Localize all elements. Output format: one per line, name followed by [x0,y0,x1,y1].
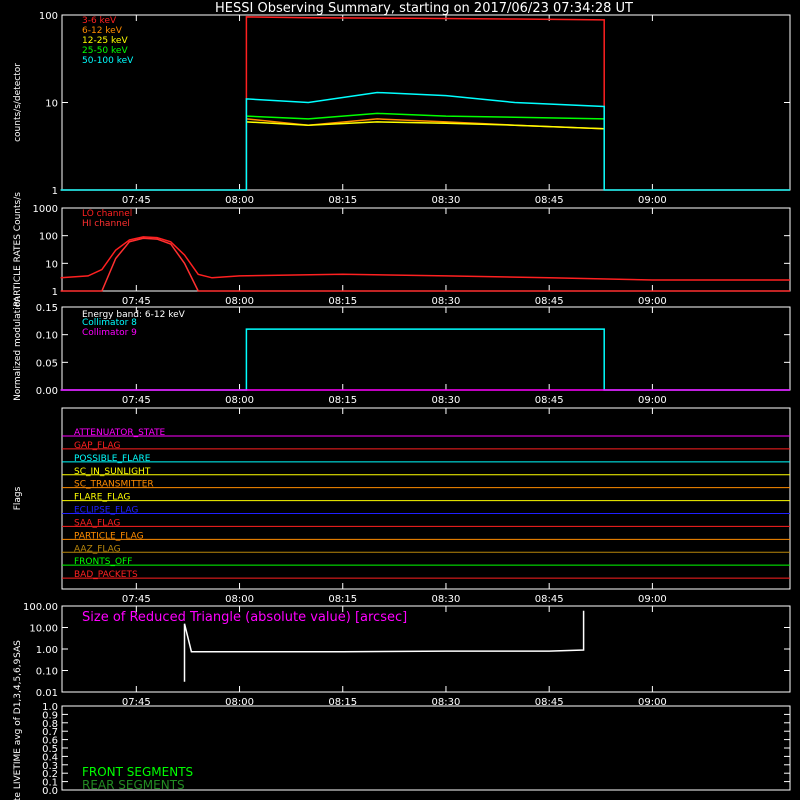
legend-entry: 50-100 keV [82,56,134,66]
series-line [246,112,605,120]
ytick-label: 1 [52,186,58,197]
legend-entry: Collimator 9 [82,328,137,338]
ylabel: counts/s/detector [13,63,23,142]
panel-annotation: Size of Reduced Triangle (absolute value… [82,610,407,625]
panels: 1 10 100 07:45 08:00 08:15 08:30 08:45 09:00 coun… [13,11,791,800]
panel-sas: 0.010.101.0010.00100.0007:45 08:00 08:15 08… [13,602,791,708]
xtick-label: 09:00 [638,395,667,406]
xtick-label: 07:45 [122,395,151,406]
ytick-label: 100 [39,232,58,243]
xtick-label: 08:00 [225,195,254,206]
flag-label: FLARE_FLAG [74,493,130,503]
flag-label: POSSIBLE_FLARE [74,454,151,464]
xtick-label: 08:15 [328,395,357,406]
xtick-label: 08:45 [535,195,564,206]
flag-label: SC_IN_SUNLIGHT [74,467,151,477]
panel-modulation: 0.00 0.05 0.10 0.15 07:45 08:00 08:15 08:30 08:4… [13,296,791,406]
legend-entry: 6-12 keV [82,26,123,36]
ytick-label: 0.10 [36,331,58,342]
xtick-label: 08:30 [432,296,461,307]
xtick-label: 08:15 [328,195,357,206]
ytick-label: 1000 [33,204,58,215]
plot-title: HESSI Observing Summary, starting on 201… [215,1,633,16]
summary-plot: HESSI Observing Summary, starting on 201… [13,1,791,800]
ytick-label: 0.01 [36,688,58,699]
legend-entry: LO channel [82,209,132,219]
legend-entry: 25-50 keV [82,46,128,56]
xtick-label: 08:45 [535,296,564,307]
panel-frame [61,407,791,590]
series-line [60,16,790,191]
xtick-label: 08:30 [432,594,461,605]
xtick-label: 08:30 [432,195,461,206]
xtick-label: 09:00 [638,296,667,307]
panel-flags: 07:45 08:00 08:15 08:30 08:45 09:00 Flags ATTEN… [13,407,791,605]
xtick-label: 07:45 [122,594,151,605]
flag-label: PARTICLE_FLAG [74,531,144,541]
xtick-label: 08:15 [328,296,357,307]
ytick-label: 10 [45,259,58,270]
xtick-label: 08:00 [225,594,254,605]
flag-label: BAD_PACKETS [74,570,138,580]
series-line [60,328,790,391]
ytick-label: 0.00 [36,386,58,397]
ytick-label: 10 [45,99,58,110]
series-line [60,91,790,191]
xtick-label: 08:00 [225,395,254,406]
flag-label: FRONTS_OFF [74,557,132,567]
xtick-label: 07:45 [122,195,151,206]
xtick-label: 08:30 [432,395,461,406]
xtick-label: 08:00 [225,296,254,307]
xtick-label: 08:15 [328,594,357,605]
xtick-label: 08:45 [535,395,564,406]
xtick-label: 09:00 [638,594,667,605]
ytick-label: 1 [52,287,58,298]
panel-livetime: 0.00.10.20.30.40.50.60.70.80.91.0Mon. Ra… [13,658,791,800]
ytick-label: 100 [39,11,58,22]
ylabel: Mon. Rate LIVETIME avg of D1,3,4,5,6,9 [13,658,23,800]
ylabel: SAS [13,640,23,658]
flag-label: SC_TRANSMITTER [74,480,154,490]
xtick-label: 09:00 [638,195,667,206]
flag-label: ATTENUATOR_STATE [74,428,166,438]
series-line [60,237,790,292]
panel-frame [61,207,791,292]
ylabel: Flags [13,486,23,510]
legend-entry: HI channel [82,219,130,229]
xtick-label: 07:45 [122,296,151,307]
ylabel: Normalized modulation [13,296,23,401]
legend-entry: FRONT SEGMENTS [82,765,193,779]
panel-lightcurves: 1 10 100 07:45 08:00 08:15 08:30 08:45 09:00 coun… [13,11,791,206]
ytick-label: 0.15 [36,303,58,314]
panel-frame [61,14,791,191]
ytick-label: 0.10 [36,667,58,678]
ylabel: PARTICLE RATES Counts/s [13,192,23,307]
flag-label: ECLIPSE_FLAG [74,506,138,516]
legend-entry: 3-6 keV [82,16,117,26]
flag-label: SAA_FLAG [74,518,120,528]
ytick-label: 100.00 [23,602,58,613]
legend-entry: Collimator 8 [82,318,137,328]
ytick-label: 0.05 [36,358,58,369]
legend-entry: REAR SEGMENTS [82,778,185,792]
ytick-label: 1.00 [36,645,58,656]
legend-entry: 12-25 keV [82,36,128,46]
ytick-label: 10.00 [29,624,58,635]
xtick-label: 08:45 [535,594,564,605]
flag-label: GAP_FLAG [74,441,120,451]
series-line [246,121,605,130]
ytick-label: 1.0 [42,702,58,713]
panel-particle: 1 10 100 1000 07:45 08:00 08:15 08:30 08:45 09:00… [13,192,791,307]
flag-label: AAZ_FLAG [74,544,121,554]
